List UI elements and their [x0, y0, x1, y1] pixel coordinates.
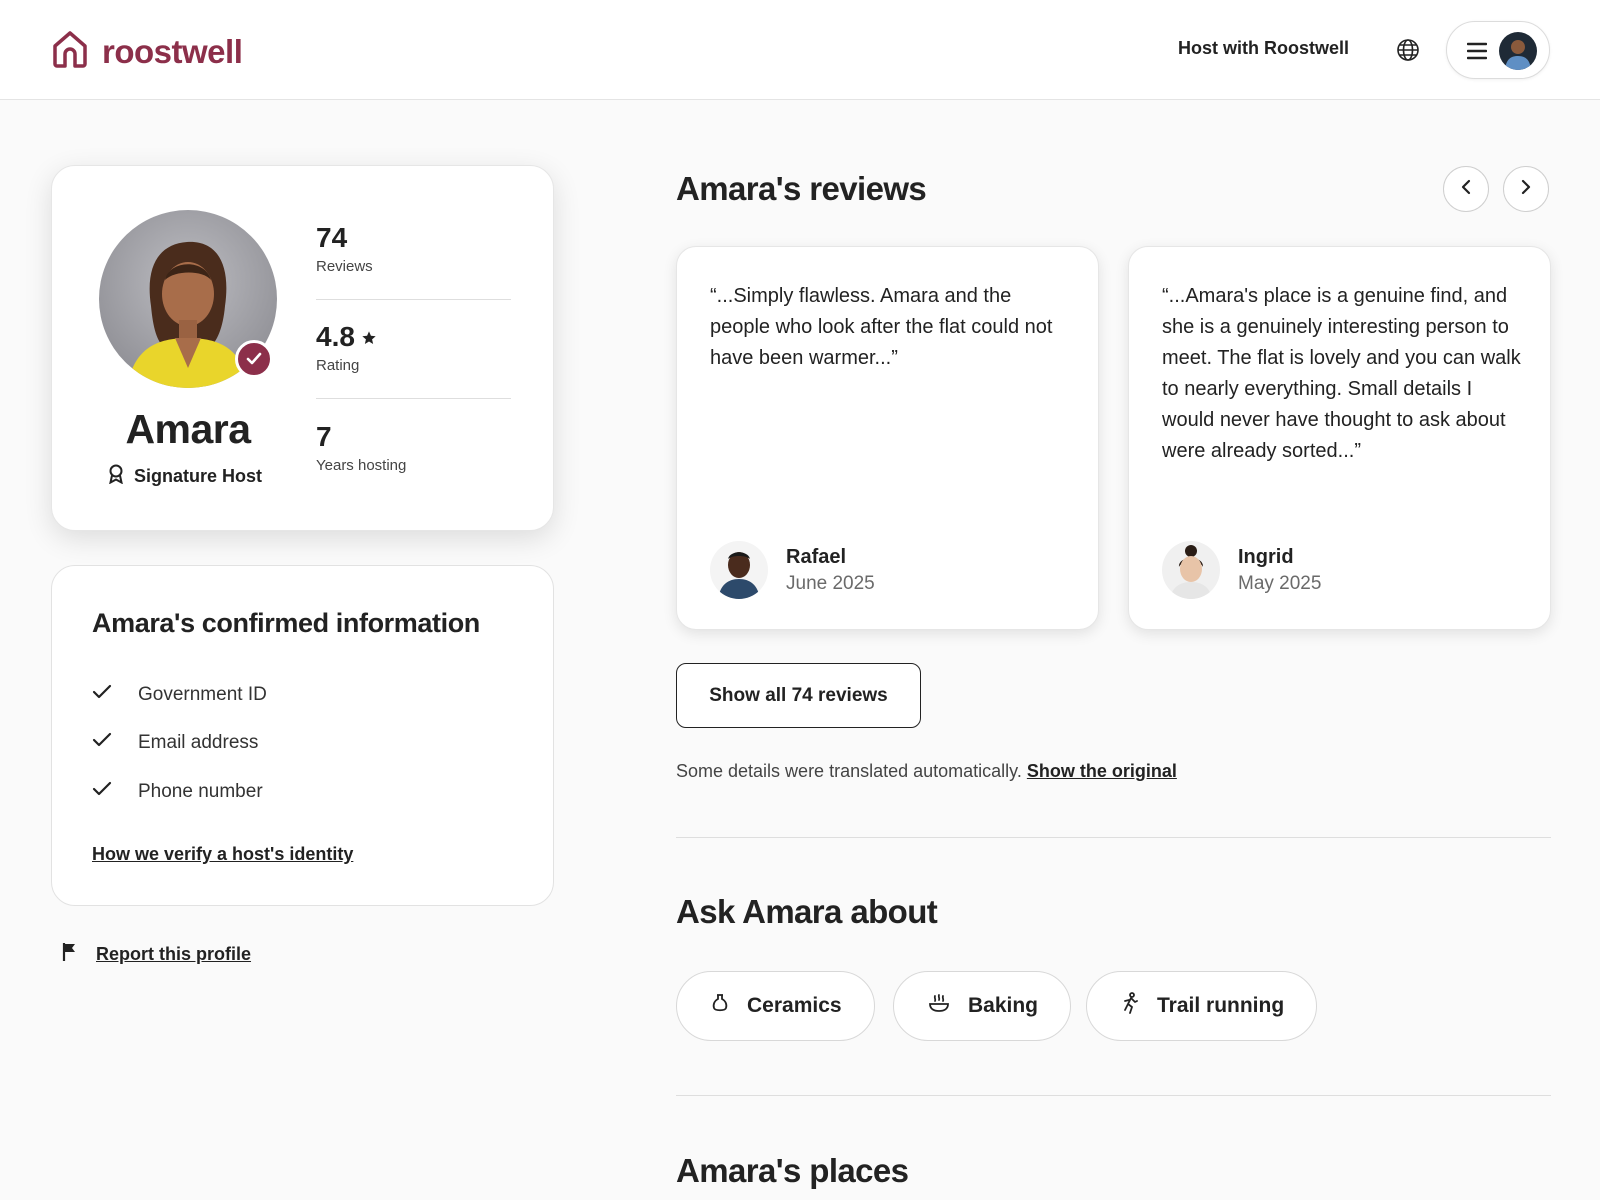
reviewer-name: Rafael: [786, 545, 847, 568]
signature-host-badge: Signature Host: [108, 464, 262, 489]
topic-label: Baking: [968, 994, 1039, 1017]
confirmed-item-label: Phone number: [138, 781, 263, 802]
reviews-title: Amara's reviews: [676, 170, 927, 207]
logo[interactable]: roostwell: [52, 30, 243, 73]
review-date: June 2025: [786, 572, 875, 594]
confirmed-item-label: Government ID: [138, 684, 267, 705]
vase-icon: [711, 993, 729, 1019]
user-menu-button[interactable]: [1446, 21, 1550, 79]
runner-icon: [1121, 992, 1139, 1020]
confirmed-item: Email address: [92, 732, 258, 754]
stat-reviews: 74 Reviews: [316, 222, 511, 275]
report-profile-link[interactable]: Report this profile: [62, 942, 251, 967]
reviews-prev-button[interactable]: [1443, 166, 1489, 212]
reviewer: Ingrid May 2025: [1162, 541, 1321, 599]
translation-note-text: Some details were translated automatical…: [676, 761, 1022, 781]
stat-reviews-value: 74: [316, 222, 348, 253]
stat-years-value: 7: [316, 421, 332, 452]
flag-icon: [62, 942, 76, 967]
check-icon: [92, 781, 112, 803]
reviewer-avatar: [1162, 541, 1220, 599]
stat-years-hosting: 7 Years hosting: [316, 421, 511, 474]
topic-chip-trail-running[interactable]: Trail running: [1086, 971, 1318, 1041]
chevron-right-icon: [1520, 179, 1532, 200]
hamburger-icon: [1466, 42, 1488, 65]
section-divider: [676, 1095, 1551, 1096]
globe-icon[interactable]: [1394, 36, 1422, 64]
topic-label: Trail running: [1157, 994, 1285, 1017]
house-logo-icon: [52, 30, 88, 73]
check-icon: [92, 684, 112, 706]
verify-identity-link[interactable]: How we verify a host's identity: [92, 844, 353, 865]
reviews-next-button[interactable]: [1503, 166, 1549, 212]
topic-chip-ceramics[interactable]: Ceramics: [676, 971, 875, 1041]
confirmed-item: Government ID: [92, 684, 267, 706]
reviewer: Rafael June 2025: [710, 541, 875, 599]
reviewer-name: Ingrid: [1238, 545, 1294, 568]
signature-host-label: Signature Host: [134, 466, 263, 486]
top-header: roostwell Host with Roostwell: [0, 0, 1600, 100]
verified-check-icon: [235, 340, 273, 378]
host-with-roostwell-link[interactable]: Host with Roostwell: [1178, 38, 1349, 59]
stat-years-label: Years hosting: [316, 457, 407, 474]
review-card[interactable]: “...Amara's place is a genuine find, and…: [1128, 246, 1551, 630]
stat-divider: [316, 299, 511, 300]
star-icon: [361, 321, 377, 353]
stat-rating-label: Rating: [316, 357, 360, 374]
review-text: “...Simply flawless. Amara and the peopl…: [710, 285, 1053, 369]
award-ribbon-icon: [108, 464, 124, 489]
translation-note: Some details were translated automatical…: [676, 761, 1177, 782]
places-title: Amara's places: [676, 1152, 909, 1189]
stat-rating-value: 4.8: [316, 321, 355, 352]
user-avatar: [1499, 32, 1537, 70]
topic-label: Ceramics: [747, 994, 842, 1017]
bowl-icon: [928, 993, 950, 1019]
confirmed-info-title: Amara's confirmed information: [92, 608, 480, 638]
ask-about-title: Ask Amara about: [676, 893, 938, 930]
chevron-left-icon: [1460, 179, 1472, 200]
confirmed-item-label: Email address: [138, 732, 259, 753]
logo-text: roostwell: [102, 32, 243, 70]
host-profile-card: Amara Signature Host 74 Reviews 4.8 Rati…: [51, 165, 554, 531]
confirmed-info-card: Amara's confirmed information Government…: [51, 565, 554, 906]
review-text: “...Amara's place is a genuine find, and…: [1162, 285, 1521, 462]
section-divider: [676, 837, 1551, 838]
reviewer-avatar: [710, 541, 768, 599]
stat-rating: 4.8 Rating: [316, 321, 511, 374]
host-avatar-wrap: [99, 210, 277, 388]
review-card[interactable]: “...Simply flawless. Amara and the peopl…: [676, 246, 1099, 630]
stat-reviews-label: Reviews: [316, 258, 373, 275]
show-original-link[interactable]: Show the original: [1027, 761, 1177, 781]
report-profile-label: Report this profile: [96, 944, 252, 964]
show-all-reviews-button[interactable]: Show all 74 reviews: [676, 663, 921, 728]
stat-rating-value-row: 4.8: [316, 321, 511, 353]
stat-divider: [316, 398, 511, 399]
check-icon: [92, 732, 112, 754]
host-name: Amara: [125, 406, 251, 452]
confirmed-item: Phone number: [92, 781, 263, 803]
topic-chip-baking[interactable]: Baking: [893, 971, 1072, 1041]
review-date: May 2025: [1238, 572, 1322, 594]
